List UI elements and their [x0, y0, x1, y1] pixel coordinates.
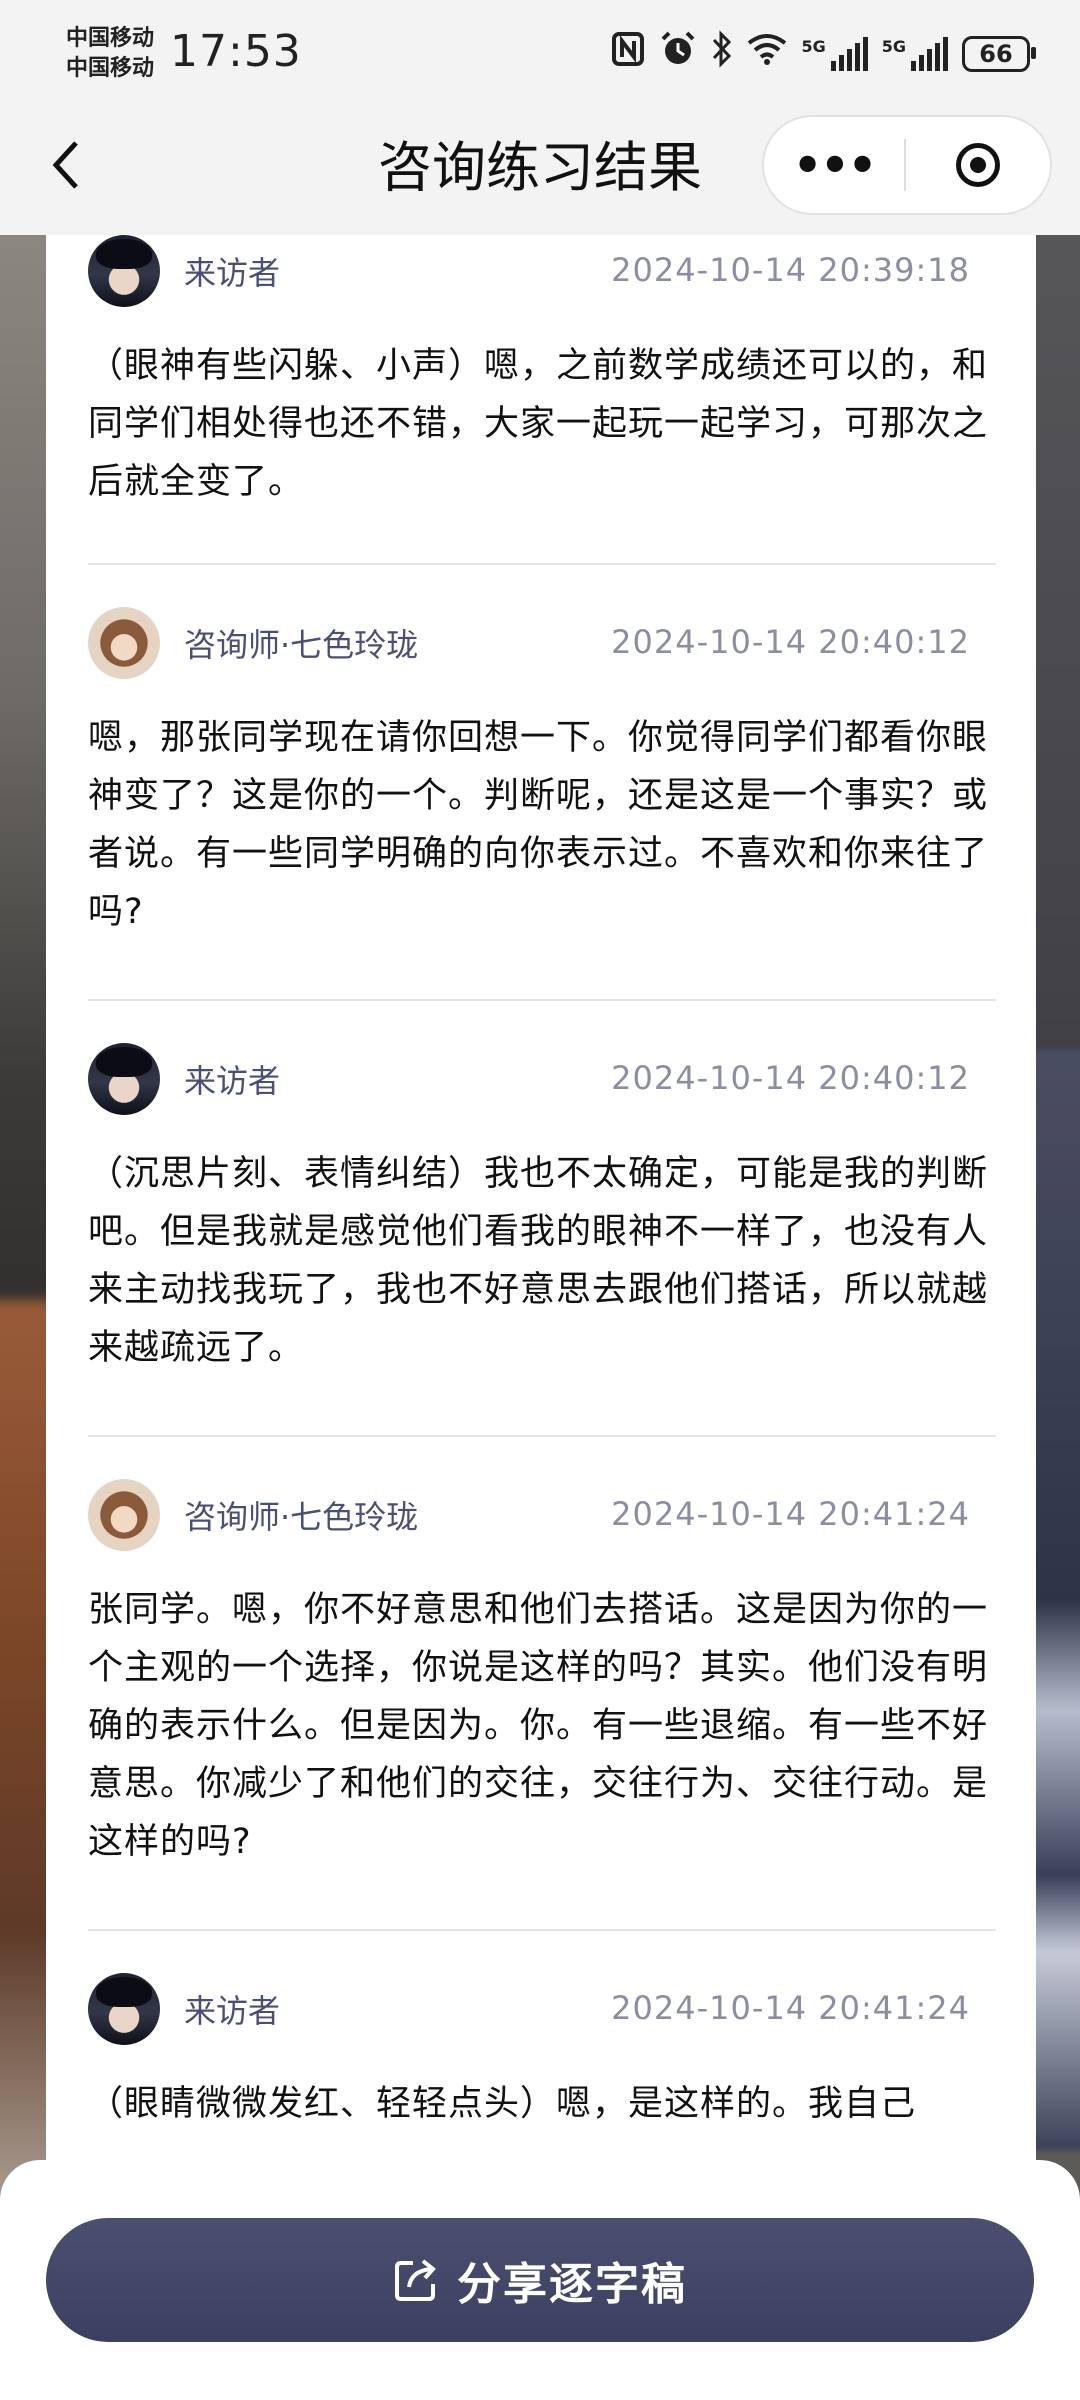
- nfc-icon: [611, 31, 645, 76]
- share-button-label: 分享逐字稿: [457, 2259, 687, 2310]
- share-transcript-button[interactable]: 分享逐字稿: [46, 2218, 1034, 2342]
- avatar: [88, 235, 160, 307]
- speaker-name: 咨询师·七色玲珑: [184, 1498, 419, 1536]
- alarm-icon: [659, 30, 697, 77]
- message-item: 来访者 2024-10-14 20:41:24 （眼睛微微发红、轻轻点头）嗯，是…: [88, 1973, 996, 2133]
- speaker-name: 咨询师·七色玲珑: [184, 626, 419, 664]
- message-text: （沉思片刻、表情纠结）我也不太确定，可能是我的判断吧。但是我就是感觉他们看我的眼…: [88, 1154, 989, 1368]
- message-item: 来访者 2024-10-14 20:39:18 （眼神有些闪躲、小声）嗯，之前数…: [88, 235, 996, 511]
- mini-program-capsule: •••: [762, 115, 1052, 215]
- message-text: 嗯，那张同学现在请你回想一下。你觉得同学们都看你眼神变了？这是你的一个。判断呢，…: [88, 718, 989, 932]
- divider: [88, 999, 996, 1001]
- wifi-icon: [747, 33, 787, 74]
- clock: 17:53: [170, 26, 302, 77]
- message-text: （眼神有些闪躲、小声）嗯，之前数学成绩还可以的，和同学们相处得也还不错，大家一起…: [88, 346, 989, 502]
- carrier-labels: 中国移动 中国移动: [66, 24, 154, 84]
- message-text: 张同学。嗯，你不好意思和他们去搭话。这是因为你的一个主观的一个选择，你说是这样的…: [88, 1590, 989, 1862]
- avatar: [88, 607, 160, 679]
- divider: [88, 563, 996, 565]
- message-item: 咨询师·七色玲珑 2024-10-14 20:41:24 张同学。嗯，你不好意思…: [88, 1479, 996, 1871]
- message-item: 来访者 2024-10-14 20:40:12 （沉思片刻、表情纠结）我也不太确…: [88, 1043, 996, 1377]
- speaker-name: 来访者: [184, 1062, 281, 1100]
- speaker-name: 来访者: [184, 254, 281, 292]
- signal-icon: 5G: [801, 36, 868, 71]
- message-item: 咨询师·七色玲珑 2024-10-14 20:40:12 嗯，那张同学现在请你回…: [88, 607, 996, 941]
- battery-icon: 66: [962, 35, 1036, 72]
- nav-bar: 咨询练习结果 •••: [0, 105, 1080, 235]
- target-close-icon[interactable]: [906, 143, 1050, 187]
- message-time: 2024-10-14 20:40:12: [611, 1059, 970, 1097]
- bluetooth-icon: [711, 30, 733, 77]
- transcript-card: 来访者 2024-10-14 20:39:18 （眼神有些闪躲、小声）嗯，之前数…: [46, 235, 1036, 2235]
- status-bar: 中国移动 中国移动 17:53 5G 5G 66: [0, 0, 1080, 105]
- divider: [88, 1929, 996, 1931]
- message-time: 2024-10-14 20:41:24: [611, 1495, 970, 1533]
- message-time: 2024-10-14 20:39:18: [611, 251, 970, 289]
- bottom-bar: 分享逐字稿: [0, 2160, 1080, 2400]
- avatar: [88, 1973, 160, 2045]
- battery-level: 66: [979, 39, 1013, 68]
- carrier-2: 中国移动: [66, 56, 155, 81]
- speaker-name: 来访者: [184, 1992, 281, 2030]
- message-text: （眼睛微微发红、轻轻点头）嗯，是这样的。我自己: [88, 2084, 917, 2124]
- share-icon: [393, 2257, 439, 2303]
- divider: [88, 1435, 996, 1437]
- message-time: 2024-10-14 20:40:12: [611, 623, 970, 661]
- avatar: [88, 1043, 160, 1115]
- signal-icon: 5G: [882, 36, 948, 71]
- message-time: 2024-10-14 20:41:24: [611, 1989, 970, 2027]
- avatar: [88, 1479, 160, 1551]
- carrier-1: 中国移动: [66, 26, 155, 51]
- more-dots-icon[interactable]: •••: [764, 142, 904, 188]
